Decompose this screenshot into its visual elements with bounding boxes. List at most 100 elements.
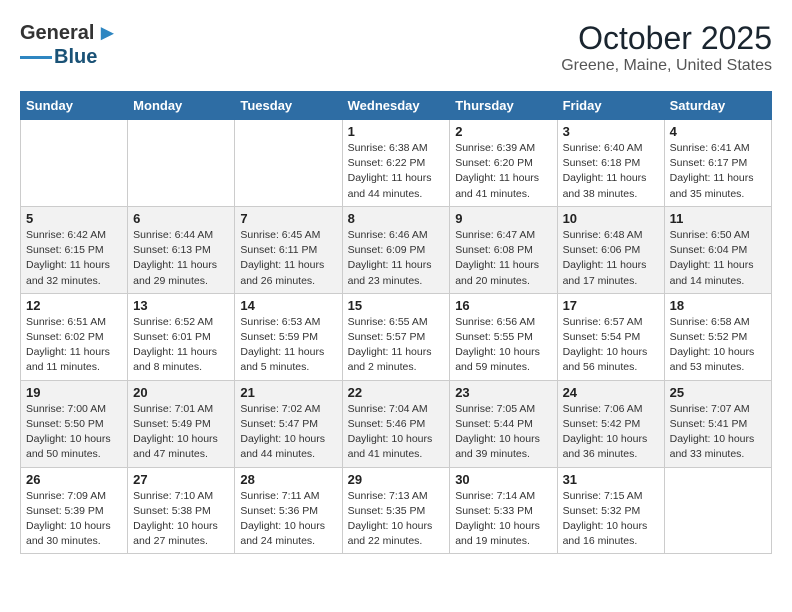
table-row: 30 Sunrise: 7:14 AM Sunset: 5:33 PM Dayli…	[450, 467, 557, 554]
day-info: Sunrise: 6:48 AM Sunset: 6:06 PM Dayligh…	[563, 228, 659, 289]
day-info: Sunrise: 7:13 AM Sunset: 5:35 PM Dayligh…	[348, 489, 445, 550]
day-info: Sunrise: 7:06 AM Sunset: 5:42 PM Dayligh…	[563, 402, 659, 463]
day-number: 7	[240, 211, 336, 226]
table-row: 4 Sunrise: 6:41 AM Sunset: 6:17 PM Daylig…	[664, 120, 771, 207]
logo-bird-icon: ►	[96, 20, 118, 46]
day-number: 4	[670, 124, 766, 139]
day-info: Sunrise: 6:53 AM Sunset: 5:59 PM Dayligh…	[240, 315, 336, 376]
day-number: 20	[133, 385, 229, 400]
day-number: 1	[348, 124, 445, 139]
table-row: 1 Sunrise: 6:38 AM Sunset: 6:22 PM Daylig…	[342, 120, 450, 207]
table-row: 21Sunrise: 7:02 AM Sunset: 5:47 PM Dayli…	[235, 380, 342, 467]
day-info: Sunrise: 6:51 AM Sunset: 6:02 PM Dayligh…	[26, 315, 122, 376]
day-number: 8	[348, 211, 445, 226]
table-row: 26 Sunrise: 7:09 AM Sunset: 5:39 PM Dayli…	[21, 467, 128, 554]
day-number: 23	[455, 385, 551, 400]
table-row	[664, 467, 771, 554]
day-number: 5	[26, 211, 122, 226]
day-info: Sunrise: 7:15 AM Sunset: 5:32 PM Dayligh…	[563, 489, 659, 550]
day-info: Sunrise: 6:42 AM Sunset: 6:15 PM Dayligh…	[26, 228, 122, 289]
calendar-week-row: 12 Sunrise: 6:51 AM Sunset: 6:02 PM Dayli…	[21, 293, 772, 380]
day-number: 22	[348, 385, 445, 400]
month-title: October 2025	[561, 20, 772, 57]
day-info: Sunrise: 7:04 AM Sunset: 5:46 PM Dayligh…	[348, 402, 445, 463]
day-info: Sunrise: 6:38 AM Sunset: 6:22 PM Dayligh…	[348, 141, 445, 202]
day-number: 12	[26, 298, 122, 313]
calendar-table: Sunday Monday Tuesday Wednesday Thursday…	[20, 91, 772, 554]
logo-blue-text: Blue	[54, 46, 97, 69]
header-tuesday: Tuesday	[235, 92, 342, 120]
calendar-week-row: 5 Sunrise: 6:42 AM Sunset: 6:15 PM Daylig…	[21, 206, 772, 293]
day-info: Sunrise: 6:45 AM Sunset: 6:11 PM Dayligh…	[240, 228, 336, 289]
table-row: 16 Sunrise: 6:56 AM Sunset: 5:55 PM Dayli…	[450, 293, 557, 380]
table-row: 10Sunrise: 6:48 AM Sunset: 6:06 PM Dayli…	[557, 206, 664, 293]
day-number: 15	[348, 298, 445, 313]
day-info: Sunrise: 6:39 AM Sunset: 6:20 PM Dayligh…	[455, 141, 551, 202]
day-info: Sunrise: 7:07 AM Sunset: 5:41 PM Dayligh…	[670, 402, 766, 463]
day-info: Sunrise: 7:09 AM Sunset: 5:39 PM Dayligh…	[26, 489, 122, 550]
table-row: 13 Sunrise: 6:52 AM Sunset: 6:01 PM Dayli…	[128, 293, 235, 380]
table-row: 31 Sunrise: 7:15 AM Sunset: 5:32 PM Dayli…	[557, 467, 664, 554]
table-row: 24 Sunrise: 7:06 AM Sunset: 5:42 PM Dayli…	[557, 380, 664, 467]
day-number: 24	[563, 385, 659, 400]
location-subtitle: Greene, Maine, United States	[561, 57, 772, 75]
header-monday: Monday	[128, 92, 235, 120]
day-number: 6	[133, 211, 229, 226]
day-number: 19	[26, 385, 122, 400]
table-row: 28 Sunrise: 7:11 AM Sunset: 5:36 PM Dayli…	[235, 467, 342, 554]
day-info: Sunrise: 7:11 AM Sunset: 5:36 PM Dayligh…	[240, 489, 336, 550]
table-row: 12 Sunrise: 6:51 AM Sunset: 6:02 PM Dayli…	[21, 293, 128, 380]
table-row: 22 Sunrise: 7:04 AM Sunset: 5:46 PM Dayli…	[342, 380, 450, 467]
table-row: 29 Sunrise: 7:13 AM Sunset: 5:35 PM Dayli…	[342, 467, 450, 554]
page-header: General ► Blue October 2025 Greene, Main…	[20, 20, 772, 75]
calendar-header-row: Sunday Monday Tuesday Wednesday Thursday…	[21, 92, 772, 120]
day-number: 11	[670, 211, 766, 226]
day-number: 13	[133, 298, 229, 313]
day-number: 27	[133, 472, 229, 487]
calendar-week-row: 1 Sunrise: 6:38 AM Sunset: 6:22 PM Daylig…	[21, 120, 772, 207]
table-row: 11 Sunrise: 6:50 AM Sunset: 6:04 PM Dayli…	[664, 206, 771, 293]
day-number: 14	[240, 298, 336, 313]
day-info: Sunrise: 6:50 AM Sunset: 6:04 PM Dayligh…	[670, 228, 766, 289]
header-sunday: Sunday	[21, 92, 128, 120]
day-number: 16	[455, 298, 551, 313]
day-info: Sunrise: 6:40 AM Sunset: 6:18 PM Dayligh…	[563, 141, 659, 202]
title-block: October 2025 Greene, Maine, United State…	[561, 20, 772, 75]
calendar-week-row: 19 Sunrise: 7:00 AM Sunset: 5:50 PM Dayli…	[21, 380, 772, 467]
day-info: Sunrise: 6:41 AM Sunset: 6:17 PM Dayligh…	[670, 141, 766, 202]
day-info: Sunrise: 6:46 AM Sunset: 6:09 PM Dayligh…	[348, 228, 445, 289]
table-row: 27 Sunrise: 7:10 AM Sunset: 5:38 PM Dayli…	[128, 467, 235, 554]
day-number: 18	[670, 298, 766, 313]
day-info: Sunrise: 6:52 AM Sunset: 6:01 PM Dayligh…	[133, 315, 229, 376]
header-thursday: Thursday	[450, 92, 557, 120]
day-info: Sunrise: 7:10 AM Sunset: 5:38 PM Dayligh…	[133, 489, 229, 550]
day-info: Sunrise: 6:47 AM Sunset: 6:08 PM Dayligh…	[455, 228, 551, 289]
day-info: Sunrise: 6:57 AM Sunset: 5:54 PM Dayligh…	[563, 315, 659, 376]
day-number: 31	[563, 472, 659, 487]
table-row: 5 Sunrise: 6:42 AM Sunset: 6:15 PM Daylig…	[21, 206, 128, 293]
day-number: 26	[26, 472, 122, 487]
day-info: Sunrise: 7:14 AM Sunset: 5:33 PM Dayligh…	[455, 489, 551, 550]
table-row: 19 Sunrise: 7:00 AM Sunset: 5:50 PM Dayli…	[21, 380, 128, 467]
table-row: 2 Sunrise: 6:39 AM Sunset: 6:20 PM Daylig…	[450, 120, 557, 207]
day-number: 2	[455, 124, 551, 139]
logo-general-text: General	[20, 22, 94, 45]
table-row: 17Sunrise: 6:57 AM Sunset: 5:54 PM Dayli…	[557, 293, 664, 380]
day-info: Sunrise: 6:56 AM Sunset: 5:55 PM Dayligh…	[455, 315, 551, 376]
day-number: 30	[455, 472, 551, 487]
table-row: 3 Sunrise: 6:40 AM Sunset: 6:18 PM Daylig…	[557, 120, 664, 207]
day-info: Sunrise: 7:00 AM Sunset: 5:50 PM Dayligh…	[26, 402, 122, 463]
day-number: 29	[348, 472, 445, 487]
day-number: 3	[563, 124, 659, 139]
day-number: 28	[240, 472, 336, 487]
table-row: 7 Sunrise: 6:45 AM Sunset: 6:11 PM Daylig…	[235, 206, 342, 293]
day-number: 21	[240, 385, 336, 400]
table-row	[128, 120, 235, 207]
header-wednesday: Wednesday	[342, 92, 450, 120]
table-row: 23Sunrise: 7:05 AM Sunset: 5:44 PM Dayli…	[450, 380, 557, 467]
day-info: Sunrise: 6:44 AM Sunset: 6:13 PM Dayligh…	[133, 228, 229, 289]
day-info: Sunrise: 6:55 AM Sunset: 5:57 PM Dayligh…	[348, 315, 445, 376]
table-row: 8 Sunrise: 6:46 AM Sunset: 6:09 PM Daylig…	[342, 206, 450, 293]
header-saturday: Saturday	[664, 92, 771, 120]
table-row	[21, 120, 128, 207]
